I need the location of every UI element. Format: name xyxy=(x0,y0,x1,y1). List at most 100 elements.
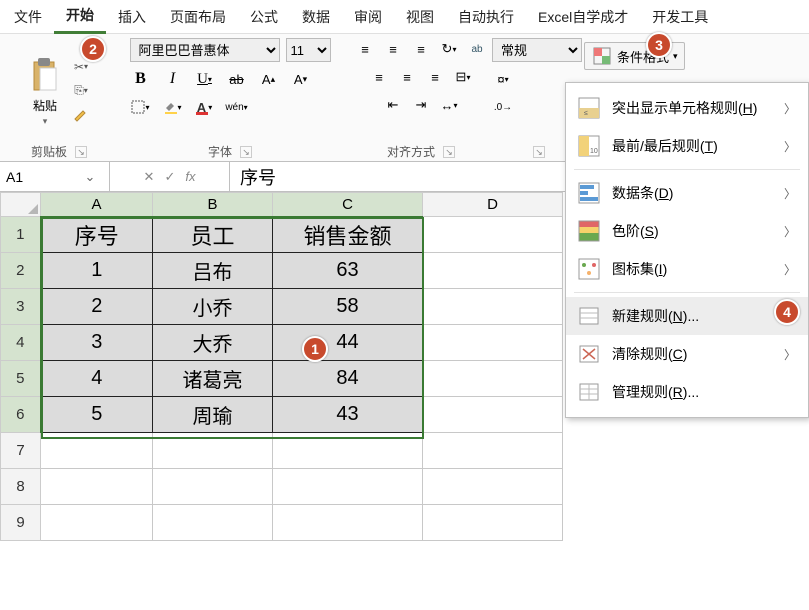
fx-icon[interactable]: fx xyxy=(185,169,195,184)
menu-icon-sets[interactable]: 图标集(I) 〉 xyxy=(566,250,808,288)
tab-formulas[interactable]: 公式 xyxy=(238,1,290,33)
cell-A5[interactable]: 4 xyxy=(41,361,153,397)
row-header-7[interactable]: 7 xyxy=(1,433,41,469)
cell-A3[interactable]: 2 xyxy=(41,289,153,325)
cell-A1[interactable]: 序号 xyxy=(41,217,153,253)
cell-B1[interactable]: 员工 xyxy=(153,217,273,253)
cell-C3[interactable]: 58 xyxy=(273,289,423,325)
align-center[interactable]: ≡ xyxy=(396,66,418,88)
cell-C4[interactable]: 44 xyxy=(273,325,423,361)
row-header-8[interactable]: 8 xyxy=(1,469,41,505)
fill-color-button[interactable]: ▾ xyxy=(162,96,184,118)
cell-D3[interactable] xyxy=(423,289,563,325)
phonetic-button[interactable]: wén▾ xyxy=(226,96,248,118)
cell-C9[interactable] xyxy=(273,505,423,541)
tab-developer[interactable]: 开发工具 xyxy=(640,1,720,33)
tab-view[interactable]: 视图 xyxy=(394,1,446,33)
tab-autorun[interactable]: 自动执行 xyxy=(446,1,526,33)
strike-button[interactable]: ab xyxy=(226,68,248,90)
cell-D9[interactable] xyxy=(423,505,563,541)
font-name-select[interactable]: 阿里巴巴普惠体 xyxy=(130,38,280,62)
cell-D5[interactable] xyxy=(423,361,563,397)
align-right[interactable]: ≡ xyxy=(424,66,446,88)
font-color-button[interactable]: A▾ xyxy=(194,96,216,118)
cell-B7[interactable] xyxy=(153,433,273,469)
tab-home[interactable]: 开始 xyxy=(54,0,106,34)
menu-color-scales[interactable]: 色阶(S) 〉 xyxy=(566,212,808,250)
cell-D7[interactable] xyxy=(423,433,563,469)
align-launcher[interactable]: ↘ xyxy=(443,146,455,158)
number-format-select[interactable]: 常规 xyxy=(492,38,582,62)
cell-B5[interactable]: 诸葛亮 xyxy=(153,361,273,397)
underline-button[interactable]: U▾ xyxy=(194,68,216,90)
align-bottom[interactable]: ≡ xyxy=(410,38,432,60)
row-header-6[interactable]: 6 xyxy=(1,397,41,433)
row-header-9[interactable]: 9 xyxy=(1,505,41,541)
cell-C6[interactable]: 43 xyxy=(273,397,423,433)
wrap-text-button[interactable]: ab xyxy=(466,38,488,60)
menu-clear-rules[interactable]: 清除规则(C) 〉 xyxy=(566,335,808,373)
row-header-4[interactable]: 4 xyxy=(1,325,41,361)
font-size-select[interactable]: 11 xyxy=(286,38,331,62)
currency-button[interactable]: ¤▾ xyxy=(492,68,514,90)
menu-new-rule[interactable]: 新建规则(N)... 4 xyxy=(566,297,808,335)
select-all-corner[interactable] xyxy=(1,193,41,217)
cell-D6[interactable] xyxy=(423,397,563,433)
cell-B4[interactable]: 大乔 xyxy=(153,325,273,361)
rtl-button[interactable]: ↔▾ xyxy=(438,94,460,116)
format-painter-button[interactable] xyxy=(69,105,93,125)
cell-B8[interactable] xyxy=(153,469,273,505)
tab-data[interactable]: 数据 xyxy=(290,1,342,33)
cell-C5[interactable]: 84 xyxy=(273,361,423,397)
shrink-font-button[interactable]: A▾ xyxy=(290,68,312,90)
copy-button[interactable]: ⎘▾ xyxy=(69,81,93,101)
menu-manage-rules[interactable]: 管理规则(R)... xyxy=(566,373,808,411)
font-launcher[interactable]: ↘ xyxy=(240,146,252,158)
cell-B2[interactable]: 吕布 xyxy=(153,253,273,289)
cell-C7[interactable] xyxy=(273,433,423,469)
paste-button[interactable]: 粘贴 ▾ xyxy=(25,51,65,131)
row-header-1[interactable]: 1 xyxy=(1,217,41,253)
cell-D4[interactable] xyxy=(423,325,563,361)
tab-insert[interactable]: 插入 xyxy=(106,1,158,33)
increase-indent[interactable]: ⇥ xyxy=(410,94,432,116)
bold-button[interactable]: B xyxy=(130,68,152,90)
tab-custom[interactable]: Excel自学成才 xyxy=(526,1,640,33)
menu-highlight-rules[interactable]: ≤ 突出显示单元格规则(H) 〉 xyxy=(566,89,808,127)
row-header-5[interactable]: 5 xyxy=(1,361,41,397)
cell-B6[interactable]: 周瑜 xyxy=(153,397,273,433)
row-header-2[interactable]: 2 xyxy=(1,253,41,289)
tab-file[interactable]: 文件 xyxy=(2,1,54,33)
row-header-3[interactable]: 3 xyxy=(1,289,41,325)
increase-decimal[interactable]: .0→ xyxy=(492,96,514,118)
decrease-indent[interactable]: ⇤ xyxy=(382,94,404,116)
tab-pagelayout[interactable]: 页面布局 xyxy=(158,1,238,33)
cancel-icon[interactable]: ✕ xyxy=(144,169,155,185)
cell-A7[interactable] xyxy=(41,433,153,469)
col-header-C[interactable]: C xyxy=(273,193,423,217)
cell-A9[interactable] xyxy=(41,505,153,541)
col-header-A[interactable]: A xyxy=(41,193,153,217)
cell-B9[interactable] xyxy=(153,505,273,541)
cell-C2[interactable]: 63 xyxy=(273,253,423,289)
menu-top-bottom-rules[interactable]: 10 最前/最后规则(T) 〉 xyxy=(566,127,808,165)
cell-B3[interactable]: 小乔 xyxy=(153,289,273,325)
align-middle[interactable]: ≡ xyxy=(382,38,404,60)
align-top[interactable]: ≡ xyxy=(354,38,376,60)
cell-A8[interactable] xyxy=(41,469,153,505)
cell-D1[interactable] xyxy=(423,217,563,253)
clipboard-launcher[interactable]: ↘ xyxy=(75,146,87,158)
borders-button[interactable]: ▾ xyxy=(130,96,152,118)
menu-data-bars[interactable]: 数据条(D) 〉 xyxy=(566,174,808,212)
grow-font-button[interactable]: A▴ xyxy=(258,68,280,90)
cell-A4[interactable]: 3 xyxy=(41,325,153,361)
align-left[interactable]: ≡ xyxy=(368,66,390,88)
col-header-B[interactable]: B xyxy=(153,193,273,217)
col-header-D[interactable]: D xyxy=(423,193,563,217)
cell-A6[interactable]: 5 xyxy=(41,397,153,433)
merge-button[interactable]: ⊟▾ xyxy=(452,66,474,88)
tab-review[interactable]: 审阅 xyxy=(342,1,394,33)
italic-button[interactable]: I xyxy=(162,68,184,90)
orientation-button[interactable]: ↻▾ xyxy=(438,38,460,60)
cell-C1[interactable]: 销售金额 xyxy=(273,217,423,253)
